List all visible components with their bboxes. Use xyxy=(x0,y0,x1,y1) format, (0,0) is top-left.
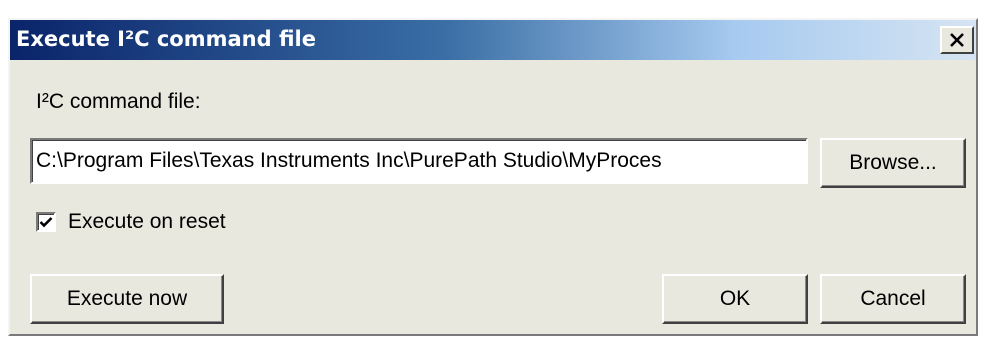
execute-on-reset-checkbox-row[interactable]: Execute on reset xyxy=(36,210,226,234)
close-icon xyxy=(950,33,964,47)
command-file-label: I²C command file: xyxy=(36,90,201,113)
command-file-path-input[interactable] xyxy=(30,138,808,184)
title-bar[interactable]: Execute I²C command file xyxy=(10,20,976,60)
execute-now-button[interactable]: Execute now xyxy=(30,274,224,324)
execute-on-reset-label: Execute on reset xyxy=(68,210,226,233)
ok-button[interactable]: OK xyxy=(662,274,808,324)
close-button[interactable] xyxy=(940,26,974,54)
execute-i2c-dialog: Execute I²C command file I²C command fil… xyxy=(8,18,978,336)
cancel-button[interactable]: Cancel xyxy=(820,274,966,324)
execute-on-reset-checkbox[interactable] xyxy=(36,212,56,232)
dialog-title: Execute I²C command file xyxy=(16,27,316,51)
checkmark-icon xyxy=(39,217,53,228)
browse-button[interactable]: Browse... xyxy=(820,138,966,188)
